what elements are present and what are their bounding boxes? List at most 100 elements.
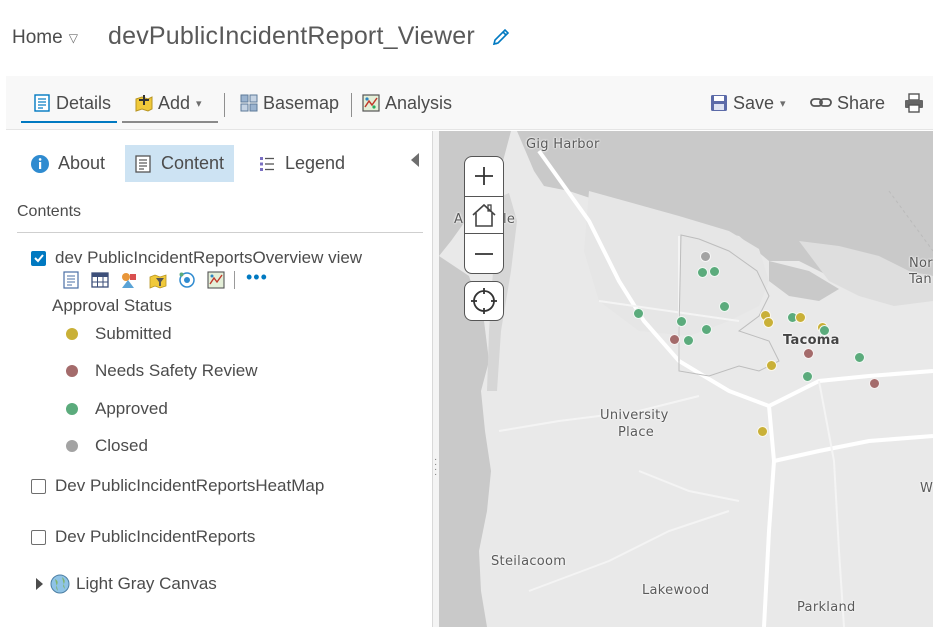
incident-point-approved[interactable] — [676, 316, 687, 327]
tab-legend[interactable]: Legend — [249, 145, 353, 182]
tab-about-label: About — [58, 153, 106, 173]
incident-point-closed[interactable] — [700, 251, 711, 262]
more-options-icon[interactable]: ••• — [246, 267, 268, 288]
legend-swatch — [66, 440, 78, 452]
toolbar-divider — [351, 93, 352, 117]
layer-visibility-checkbox[interactable] — [31, 250, 46, 266]
share-button[interactable]: Share — [809, 90, 885, 116]
crosshair-locate-icon — [471, 288, 497, 314]
incident-point-needs-safety-review[interactable] — [869, 378, 880, 389]
map-label-north-tacoma-nor: Nor — [909, 256, 933, 271]
basemap-layer-name[interactable]: Light Gray Canvas — [76, 574, 217, 594]
incident-point-approved[interactable] — [854, 352, 865, 363]
layer-tools: ••• — [62, 267, 268, 289]
globe-icon — [50, 574, 70, 594]
map-label-parkland: Parkland — [797, 600, 856, 615]
legend-swatch — [66, 403, 78, 415]
layer-name[interactable]: Dev PublicIncidentReportsHeatMap — [55, 476, 324, 496]
map-label-lakewood: Lakewood — [642, 583, 710, 598]
show-item-details-icon[interactable] — [62, 271, 80, 289]
incident-point-approved[interactable] — [719, 301, 730, 312]
change-style-icon[interactable] — [120, 271, 138, 289]
add-label: Add — [158, 92, 191, 113]
show-legend-icon[interactable] — [207, 271, 225, 289]
analysis-button[interactable]: Analysis — [361, 90, 452, 116]
layer-name[interactable]: Dev PublicIncidentReports — [55, 527, 255, 547]
map-label-le: le — [503, 212, 516, 227]
add-underline — [122, 121, 218, 123]
incident-point-approved[interactable] — [709, 266, 720, 277]
basemap-layer-item: Light Gray Canvas — [36, 574, 217, 594]
legend-item-approved: Approved — [66, 399, 168, 419]
top-header: Home ▽ devPublicIncidentReport_Viewer — [0, 0, 933, 75]
save-button[interactable]: Save ▾ — [709, 90, 786, 116]
basemap-button[interactable]: Basemap — [239, 90, 339, 116]
layer-item-overview-view: dev PublicIncidentReportsOverview view — [31, 248, 362, 268]
home-menu-button[interactable]: Home ▽ — [12, 27, 78, 49]
incident-point-submitted[interactable] — [757, 426, 768, 437]
details-label: Details — [56, 92, 112, 113]
basemap-label: Basemap — [263, 92, 340, 113]
home-icon — [472, 203, 496, 227]
add-button[interactable]: Add ▾ — [134, 90, 202, 116]
basemap-grid-icon — [240, 94, 258, 112]
grip-dots-icon: · · · · — [434, 454, 438, 480]
legend-swatch — [66, 328, 78, 340]
incident-point-approved[interactable] — [683, 335, 694, 346]
map-label-a: A — [454, 212, 464, 227]
info-icon — [31, 154, 49, 173]
legend-title: Approval Status — [52, 296, 173, 315]
incident-point-needs-safety-review[interactable] — [803, 348, 814, 359]
tab-content-label: Content — [161, 153, 225, 173]
analysis-label: Analysis — [385, 92, 453, 113]
incident-point-approved[interactable] — [701, 324, 712, 335]
legend-item-needs-safety-review: Needs Safety Review — [66, 361, 258, 381]
incident-point-submitted[interactable] — [766, 360, 777, 371]
layer-visibility-checkbox[interactable] — [31, 478, 46, 494]
map-view[interactable]: Gig Harbor A le Tacoma University Place … — [439, 131, 933, 627]
zoom-in-button[interactable] — [465, 157, 503, 195]
layer-visibility-checkbox[interactable] — [31, 529, 46, 545]
default-extent-button[interactable] — [465, 196, 503, 234]
contents-heading: Contents — [17, 203, 82, 220]
incident-point-approved[interactable] — [633, 308, 644, 319]
perform-analysis-icon[interactable] — [178, 271, 196, 289]
pencil-icon[interactable] — [490, 26, 512, 48]
tab-content[interactable]: Content — [125, 145, 234, 182]
incident-point-approved[interactable] — [697, 267, 708, 278]
incident-point-submitted[interactable] — [763, 317, 774, 328]
printer-icon — [905, 93, 923, 113]
collapse-panel-icon[interactable] — [410, 153, 420, 167]
incident-point-submitted[interactable] — [795, 312, 806, 323]
main-toolbar: Details Add ▾ Basemap Analysis Save ▾ Sh… — [6, 76, 933, 130]
layer-name[interactable]: dev PublicIncidentReportsOverview view — [55, 248, 362, 268]
incident-point-approved[interactable] — [802, 371, 813, 382]
map-label-north-tacoma-tan: Tan — [909, 272, 932, 287]
layer-item-heatmap: Dev PublicIncidentReportsHeatMap — [31, 476, 324, 496]
legend-label: Closed — [95, 436, 148, 455]
content-icon — [135, 154, 151, 173]
details-icon — [34, 94, 50, 112]
locate-button[interactable] — [464, 281, 504, 321]
expand-triangle-icon[interactable] — [36, 578, 43, 590]
tab-legend-label: Legend — [285, 153, 346, 173]
basemap-canvas — [439, 131, 933, 627]
incident-point-approved[interactable] — [819, 325, 830, 336]
save-label: Save — [733, 92, 775, 113]
tool-divider — [234, 271, 235, 289]
add-layer-icon — [135, 95, 153, 112]
zoom-controls — [464, 156, 504, 274]
print-button[interactable] — [903, 90, 929, 116]
legend-item-submitted: Submitted — [66, 324, 172, 344]
zoom-out-button[interactable] — [465, 235, 503, 273]
details-panel: About Content Legend Contents dev Public… — [6, 131, 433, 627]
chevron-down-icon: ▽ — [68, 31, 78, 45]
details-button[interactable]: Details — [32, 90, 111, 116]
incident-point-needs-safety-review[interactable] — [669, 334, 680, 345]
show-table-icon[interactable] — [91, 271, 109, 289]
map-label-university: University — [600, 408, 669, 423]
filter-icon[interactable] — [149, 271, 167, 289]
save-disk-icon — [711, 95, 727, 111]
map-label-steilacoom: Steilacoom — [491, 554, 567, 569]
tab-about[interactable]: About — [22, 145, 113, 182]
